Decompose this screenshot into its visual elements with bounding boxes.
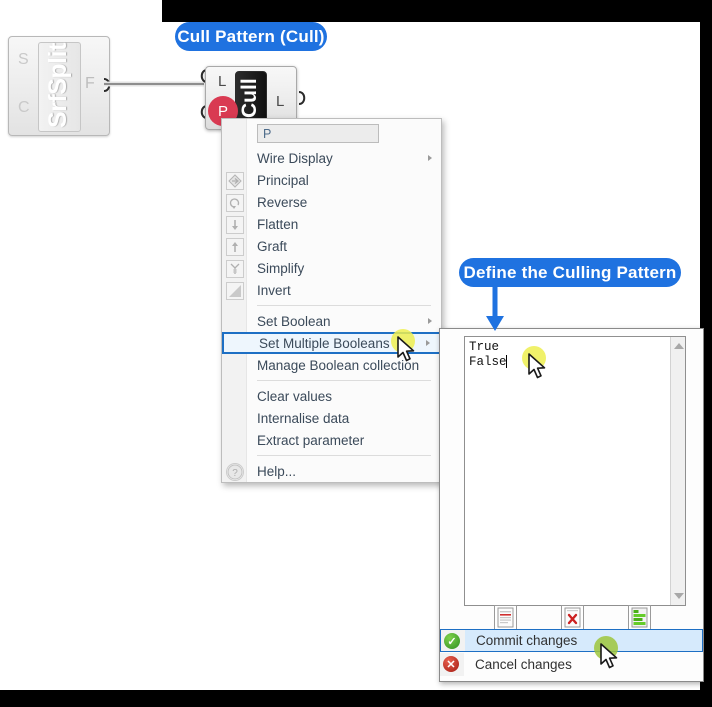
- boolean-text-value: True False: [469, 340, 507, 369]
- mouse-cursor-textarea: [528, 353, 546, 379]
- menu-item-principal[interactable]: Principal: [222, 169, 441, 191]
- menu-item-label: Graft: [257, 238, 288, 254]
- menu-item-label: Flatten: [257, 216, 299, 232]
- cancel-changes-row[interactable]: ✕ Cancel changes: [440, 653, 703, 676]
- menu-item-label: Manage Boolean collection: [257, 357, 420, 373]
- menu-item-label: Clear values: [257, 388, 333, 404]
- menu-item-label: Help...: [257, 463, 297, 479]
- document-green-lines-icon: [631, 607, 648, 628]
- menu-item-label: Wire Display: [257, 150, 333, 166]
- callout-cull-pattern: Cull Pattern (Cull): [175, 22, 327, 51]
- menu-item-invert[interactable]: Invert: [222, 279, 441, 301]
- menu-separator-2: [257, 380, 431, 381]
- reverse-icon: [226, 194, 244, 212]
- chevron-right-icon: [426, 340, 430, 346]
- screenshot-stage: SrfSplit S C F Cull L P L P Wire Display…: [0, 0, 712, 707]
- commit-changes-label: Commit changes: [476, 633, 578, 648]
- wire-srfsplit-to-cull: [104, 81, 204, 87]
- graft-icon: [226, 238, 244, 256]
- menu-item-label: Set Multiple Booleans: [259, 335, 390, 351]
- apply-formatting-button[interactable]: [628, 605, 651, 630]
- menu-item-label: Simplify: [257, 260, 305, 276]
- menu-item-wire-display[interactable]: Wire Display: [222, 147, 441, 169]
- simplify-icon: [226, 260, 244, 278]
- menu-item-label: Reverse: [257, 194, 308, 210]
- menu-item-simplify[interactable]: Simplify: [222, 257, 441, 279]
- menu-item-label: Internalise data: [257, 410, 350, 426]
- flatten-icon: [226, 216, 244, 234]
- text-caret: [506, 355, 507, 368]
- document-red-line-icon: [497, 607, 514, 628]
- srfsplit-output-f[interactable]: F: [85, 75, 95, 93]
- menu-item-label: Invert: [257, 282, 291, 298]
- editor-scrollbar[interactable]: [670, 337, 685, 605]
- scroll-up-arrow-icon[interactable]: [674, 343, 684, 349]
- srfsplit-input-s[interactable]: S: [18, 51, 29, 69]
- callout-arrow-down-icon: [486, 285, 504, 331]
- menu-separator-3: [257, 455, 431, 456]
- menu-item-reverse[interactable]: Reverse: [222, 191, 441, 213]
- boolean-text-area[interactable]: True False: [464, 336, 686, 606]
- menu-item-graft[interactable]: Graft: [222, 235, 441, 257]
- menu-item-label: Set Boolean: [257, 313, 331, 329]
- parameter-name-input[interactable]: P: [257, 124, 379, 143]
- commit-changes-row[interactable]: ✓ Commit changes: [440, 629, 703, 652]
- srfsplit-input-c[interactable]: C: [18, 99, 30, 117]
- menu-item-flatten[interactable]: Flatten: [222, 213, 441, 235]
- callout-define-culling-pattern: Define the Culling Pattern: [459, 258, 681, 287]
- menu-separator-1: [257, 305, 431, 306]
- delete-contents-button[interactable]: [561, 605, 584, 630]
- red-x-icon: ✕: [443, 656, 459, 672]
- menu-item-label: Principal: [257, 172, 309, 188]
- svg-text:?: ?: [232, 468, 238, 479]
- document-red-x-icon: [564, 607, 581, 628]
- scroll-down-arrow-icon[interactable]: [674, 593, 684, 599]
- chevron-right-icon: [428, 155, 432, 161]
- menu-item-help[interactable]: ? Help...: [222, 460, 441, 482]
- component-srfsplit[interactable]: SrfSplit S C F: [8, 36, 110, 136]
- menu-item-internalise-data[interactable]: Internalise data: [222, 407, 441, 429]
- mouse-cursor-menu: [397, 336, 415, 362]
- menu-item-set-boolean[interactable]: Set Boolean: [222, 310, 441, 332]
- chevron-right-icon: [428, 318, 432, 324]
- boolean-collection-editor[interactable]: True False ✓ Commit changes ✕ Cancel cha…: [439, 328, 704, 682]
- cull-output-grip[interactable]: [297, 90, 309, 106]
- green-check-icon: ✓: [444, 633, 460, 649]
- srfsplit-label: SrfSplit: [44, 43, 72, 129]
- menu-item-extract-parameter[interactable]: Extract parameter: [222, 429, 441, 451]
- cancel-changes-label: Cancel changes: [475, 657, 572, 672]
- component-context-menu[interactable]: P Wire Display Principal Reverse Flatten…: [221, 118, 442, 483]
- cull-input-l[interactable]: L: [218, 73, 226, 90]
- help-icon: ?: [226, 463, 244, 481]
- menu-item-clear-values[interactable]: Clear values: [222, 385, 441, 407]
- mouse-cursor-commit: [600, 643, 618, 669]
- principal-icon: [226, 172, 244, 190]
- load-from-file-button[interactable]: [494, 605, 517, 630]
- invert-icon: [226, 282, 244, 300]
- cull-label: Cull: [238, 78, 261, 118]
- cull-output-l[interactable]: L: [276, 93, 284, 110]
- menu-item-label: Extract parameter: [257, 432, 365, 448]
